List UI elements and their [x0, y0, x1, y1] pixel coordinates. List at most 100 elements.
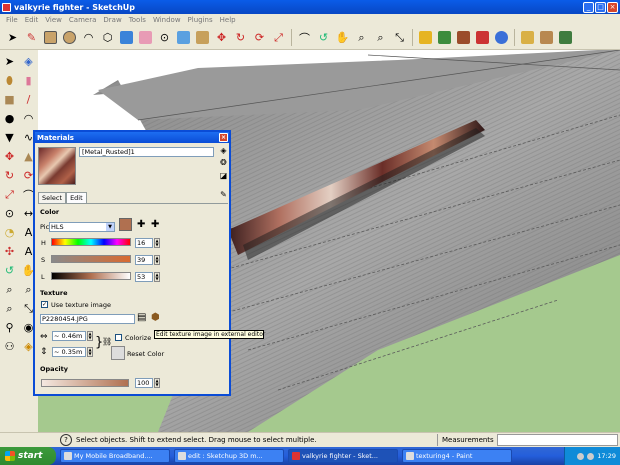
- texture-height-input[interactable]: ~ 0.35m: [52, 347, 86, 357]
- s-spinner[interactable]: ▲ ▼: [154, 255, 160, 265]
- texture-file-input[interactable]: P2280454.JPG: [40, 314, 135, 324]
- menu-file[interactable]: File: [6, 16, 18, 24]
- l-input[interactable]: 53: [135, 272, 153, 282]
- edit-texture-icon[interactable]: ⬢: [151, 312, 160, 323]
- lightness-slider[interactable]: [51, 272, 131, 280]
- task-edit-sketchup[interactable]: edit : Sketchup 3D m...: [174, 449, 284, 463]
- place-model-icon[interactable]: [474, 29, 491, 46]
- colorize-checkbox[interactable]: [115, 334, 122, 341]
- follow-me-icon[interactable]: ⟳: [251, 29, 268, 46]
- offset-icon[interactable]: ⌒: [296, 29, 313, 46]
- share-model-icon[interactable]: [436, 29, 453, 46]
- menu-plugins[interactable]: Plugins: [188, 16, 213, 24]
- help-icon[interactable]: ?: [60, 434, 72, 446]
- components-icon[interactable]: [519, 29, 536, 46]
- use-texture-checkbox[interactable]: ✓: [41, 301, 48, 308]
- erase-icon[interactable]: ▮: [19, 71, 38, 90]
- select-arrow-icon[interactable]: ➤: [0, 52, 19, 71]
- menu-edit[interactable]: Edit: [25, 16, 39, 24]
- chain-link-icon[interactable]: ⛓: [102, 337, 112, 346]
- rotate-tool-icon[interactable]: ↻: [0, 166, 19, 185]
- saturation-slider[interactable]: [51, 255, 131, 263]
- pencil-icon[interactable]: ✎: [23, 29, 40, 46]
- minimize-button[interactable]: _: [583, 1, 594, 13]
- circle-tool-icon[interactable]: ●: [0, 109, 19, 128]
- create-material-icon[interactable]: ❂: [219, 158, 228, 167]
- measurements-input[interactable]: [497, 434, 618, 446]
- pan-icon[interactable]: ✋: [334, 29, 351, 46]
- menu-help[interactable]: Help: [220, 16, 236, 24]
- paint-bucket-icon[interactable]: [175, 29, 192, 46]
- move-tool-icon[interactable]: ✥: [0, 147, 19, 166]
- picker-select[interactable]: HLS ▼: [49, 222, 115, 232]
- display-secondary-icon[interactable]: ◈: [219, 146, 228, 155]
- tape-measure-icon[interactable]: ⊙: [156, 29, 173, 46]
- polygon-tool-icon[interactable]: ▼: [0, 128, 19, 147]
- l-spinner[interactable]: ▲ ▼: [154, 272, 160, 282]
- task-mobile-broadband[interactable]: My Mobile Broadband....: [60, 449, 170, 463]
- zoom-icon[interactable]: ⌕: [353, 29, 370, 46]
- materials-close-icon[interactable]: ×: [219, 133, 228, 142]
- zoom-extents-icon[interactable]: ⤡: [391, 29, 408, 46]
- menu-window[interactable]: Window: [153, 16, 181, 24]
- sample-paint-icon[interactable]: ✎: [219, 190, 228, 199]
- task-paint[interactable]: texturing4 - Paint: [402, 449, 512, 463]
- arc-icon[interactable]: ◠: [80, 29, 97, 46]
- volume-icon[interactable]: [587, 452, 595, 460]
- rotate-icon[interactable]: ↻: [232, 29, 249, 46]
- hue-slider[interactable]: [51, 238, 131, 246]
- reset-color-label[interactable]: Reset Color: [127, 350, 164, 358]
- task-valkyrie-sketchup[interactable]: valkyrie fighter - Sket...: [288, 449, 398, 463]
- google-earth-icon[interactable]: [493, 29, 510, 46]
- rect-icon[interactable]: ■: [0, 90, 19, 109]
- menu-draw[interactable]: Draw: [103, 16, 121, 24]
- share-component-icon[interactable]: [455, 29, 472, 46]
- h-spinner[interactable]: ▲ ▼: [154, 238, 160, 248]
- maximize-button[interactable]: □: [595, 1, 606, 13]
- move-icon[interactable]: ✥: [213, 29, 230, 46]
- h-input[interactable]: 16: [135, 238, 153, 248]
- position-camera-icon[interactable]: ⚲: [0, 318, 19, 337]
- tape-tool-icon[interactable]: ⊙: [0, 204, 19, 223]
- orbit-icon[interactable]: ↺: [315, 29, 332, 46]
- default-material-icon[interactable]: ◪: [219, 171, 228, 180]
- reset-color-swatch[interactable]: [111, 346, 125, 360]
- width-spinner[interactable]: ▲ ▼: [87, 331, 93, 341]
- select-tool-icon[interactable]: ➤: [4, 29, 21, 46]
- previous-view-icon[interactable]: ⌕: [0, 299, 19, 318]
- make-component-icon[interactable]: [118, 29, 135, 46]
- s-input[interactable]: 39: [135, 255, 153, 265]
- circle-icon[interactable]: [61, 29, 78, 46]
- opacity-spinner[interactable]: ▲ ▼: [154, 378, 160, 388]
- axes-icon[interactable]: ✣: [0, 242, 19, 261]
- get-models-icon[interactable]: [417, 29, 434, 46]
- close-button[interactable]: ×: [607, 1, 618, 13]
- push-pull-icon[interactable]: [194, 29, 211, 46]
- zoom-tool-icon[interactable]: ⌕: [0, 280, 19, 299]
- network-icon[interactable]: [577, 452, 585, 460]
- paint-icon[interactable]: ⬮: [0, 71, 19, 90]
- height-spinner[interactable]: ▲ ▼: [87, 347, 93, 357]
- styles-icon[interactable]: [557, 29, 574, 46]
- orbit-tool-icon[interactable]: ↺: [0, 261, 19, 280]
- walk-icon[interactable]: ⚇: [0, 337, 19, 356]
- material-name-input[interactable]: [Metal_Rusted]1: [79, 147, 214, 157]
- arc-tool-icon[interactable]: ◠: [19, 109, 38, 128]
- protractor-icon[interactable]: ◔: [0, 223, 19, 242]
- menu-tools[interactable]: Tools: [129, 16, 146, 24]
- menu-view[interactable]: View: [45, 16, 62, 24]
- line-icon[interactable]: /: [19, 90, 38, 109]
- rectangle-icon[interactable]: [42, 29, 59, 46]
- opacity-slider[interactable]: [41, 379, 129, 387]
- eraser-icon[interactable]: [137, 29, 154, 46]
- scale-tool-icon[interactable]: ⤢: [0, 185, 19, 204]
- match-screen-color-icon[interactable]: ✚: [151, 219, 159, 230]
- start-button[interactable]: start: [0, 447, 56, 465]
- scale-icon[interactable]: ⤢: [270, 29, 287, 46]
- component-icon[interactable]: ◈: [19, 52, 38, 71]
- polygon-icon[interactable]: ⬡: [99, 29, 116, 46]
- opacity-input[interactable]: 100: [135, 378, 153, 388]
- materials-icon[interactable]: [538, 29, 555, 46]
- browse-folder-icon[interactable]: ▤: [137, 312, 146, 323]
- zoom-window-icon[interactable]: ⌕: [372, 29, 389, 46]
